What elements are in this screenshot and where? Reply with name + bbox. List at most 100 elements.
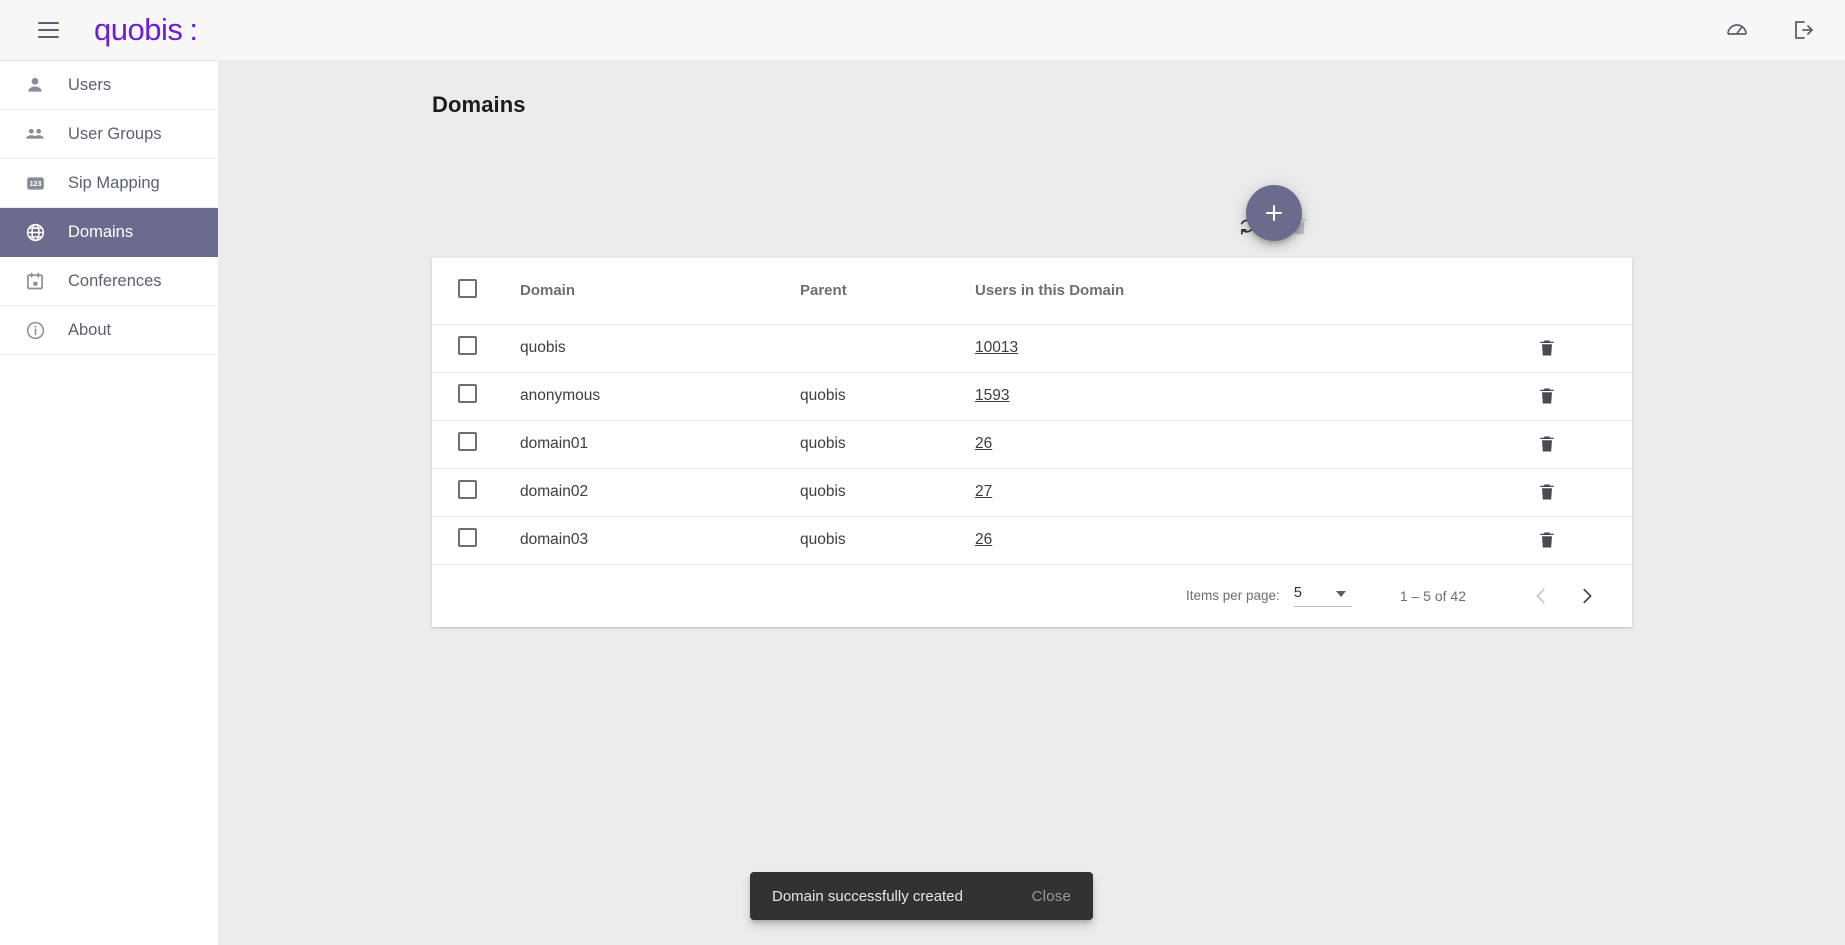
cell-domain: domain03 bbox=[520, 516, 800, 565]
sidebar-item-label: Domains bbox=[68, 222, 134, 241]
row-delete-icon[interactable] bbox=[1532, 477, 1562, 507]
cell-parent bbox=[800, 324, 975, 373]
cell-users: 27 bbox=[975, 468, 1415, 517]
users-count-link[interactable]: 26 bbox=[975, 435, 992, 452]
person-icon bbox=[22, 72, 48, 98]
svg-text:123: 123 bbox=[29, 181, 41, 188]
row-checkbox[interactable] bbox=[458, 336, 477, 355]
cell-parent: quobis bbox=[800, 516, 975, 565]
cell-users: 26 bbox=[975, 420, 1415, 469]
row-delete-icon[interactable] bbox=[1532, 381, 1562, 411]
page-range-label: 1 – 5 of 42 bbox=[1399, 587, 1466, 604]
items-per-page-select[interactable]: 5 bbox=[1293, 584, 1352, 607]
cell-actions bbox=[1415, 516, 1632, 565]
table-row[interactable]: quobis 10013 bbox=[432, 324, 1632, 373]
sidebar-item-label: User Groups bbox=[68, 124, 162, 143]
select-all-header bbox=[432, 258, 520, 325]
cell-domain: domain01 bbox=[520, 420, 800, 469]
users-count-link[interactable]: 10013 bbox=[975, 339, 1018, 356]
row-checkbox[interactable] bbox=[458, 528, 477, 547]
dashboard-icon[interactable] bbox=[1713, 6, 1761, 54]
column-header-actions bbox=[1415, 258, 1632, 325]
cell-domain: domain02 bbox=[520, 468, 800, 517]
row-delete-icon[interactable] bbox=[1532, 525, 1562, 555]
logout-icon[interactable] bbox=[1779, 6, 1827, 54]
hamburger-menu-icon[interactable] bbox=[24, 6, 72, 54]
cell-actions bbox=[1415, 324, 1632, 373]
column-header-parent[interactable]: Parent bbox=[800, 258, 975, 325]
row-delete-icon[interactable] bbox=[1532, 333, 1562, 363]
users-count-link[interactable]: 26 bbox=[975, 531, 992, 548]
numbers-123-icon: 123 bbox=[22, 170, 48, 196]
sidebar-item-users[interactable]: Users bbox=[0, 61, 218, 110]
cell-users: 10013 bbox=[975, 324, 1415, 373]
table-row[interactable]: anonymous quobis 1593 bbox=[432, 372, 1632, 421]
main-content: Domains Domain Parent Users in this Doma… bbox=[218, 60, 1845, 945]
sidebar-item-label: Users bbox=[68, 75, 112, 94]
items-per-page-label: Items per page: bbox=[1186, 588, 1280, 603]
row-checkbox[interactable] bbox=[458, 384, 477, 403]
row-select-cell bbox=[432, 468, 520, 517]
table-head: Domain Parent Users in this Domain bbox=[432, 258, 1632, 325]
add-domain-fab[interactable] bbox=[1246, 185, 1302, 241]
column-header-users[interactable]: Users in this Domain bbox=[975, 258, 1415, 325]
menu-bar-3 bbox=[37, 36, 59, 38]
snackbar-close-button[interactable]: Close bbox=[1032, 888, 1071, 905]
cell-users: 26 bbox=[975, 516, 1415, 565]
users-count-link[interactable]: 27 bbox=[975, 483, 992, 500]
domains-table-card: Domain Parent Users in this Domain quobi… bbox=[432, 258, 1632, 627]
items-per-page-value: 5 bbox=[1293, 584, 1302, 601]
paginator: Items per page: 5 1 – 5 of 42 bbox=[432, 565, 1632, 627]
next-page-button[interactable] bbox=[1564, 573, 1610, 619]
row-checkbox[interactable] bbox=[458, 480, 477, 499]
cell-users: 1593 bbox=[975, 372, 1415, 421]
table-row[interactable]: domain03 quobis 26 bbox=[432, 516, 1632, 565]
previous-page-button[interactable] bbox=[1518, 573, 1564, 619]
sidebar-item-user-groups[interactable]: User Groups bbox=[0, 110, 218, 159]
domains-table: Domain Parent Users in this Domain quobi… bbox=[432, 258, 1632, 565]
row-select-cell bbox=[432, 420, 520, 469]
users-count-link[interactable]: 1593 bbox=[975, 387, 1009, 404]
chevron-down-icon bbox=[1335, 590, 1346, 597]
sidebar-item-label: About bbox=[68, 320, 112, 339]
row-checkbox[interactable] bbox=[458, 432, 477, 451]
sidebar: Users User Groups 123 Sip Mapping Domain… bbox=[0, 60, 218, 945]
brand-logo[interactable]: quobis : bbox=[94, 12, 198, 48]
cell-parent: quobis bbox=[800, 468, 975, 517]
globe-icon bbox=[22, 219, 48, 245]
row-select-cell bbox=[432, 372, 520, 421]
sidebar-item-conferences[interactable]: Conferences bbox=[0, 257, 218, 306]
cell-parent: quobis bbox=[800, 372, 975, 421]
sidebar-item-label: Conferences bbox=[68, 271, 162, 290]
column-header-domain[interactable]: Domain bbox=[520, 258, 800, 325]
sidebar-item-domains[interactable]: Domains bbox=[0, 208, 218, 257]
snackbar: Domain successfully created Close bbox=[750, 872, 1093, 920]
cell-actions bbox=[1415, 372, 1632, 421]
info-circle-icon bbox=[22, 317, 48, 343]
sidebar-item-label: Sip Mapping bbox=[68, 173, 160, 192]
cell-domain: anonymous bbox=[520, 372, 800, 421]
brand-mark: : bbox=[189, 12, 198, 47]
people-group-icon bbox=[22, 121, 48, 147]
sidebar-item-about[interactable]: About bbox=[0, 306, 218, 355]
cell-domain: quobis bbox=[520, 324, 800, 373]
row-select-cell bbox=[432, 516, 520, 565]
table-row[interactable]: domain01 quobis 26 bbox=[432, 420, 1632, 469]
table-row[interactable]: domain02 quobis 27 bbox=[432, 468, 1632, 517]
brand-name: quobis bbox=[94, 12, 183, 47]
row-delete-icon[interactable] bbox=[1532, 429, 1562, 459]
select-all-checkbox[interactable] bbox=[458, 279, 477, 299]
menu-bar-1 bbox=[37, 22, 59, 24]
table-header-row: Domain Parent Users in this Domain bbox=[432, 258, 1632, 325]
page-title: Domains bbox=[432, 92, 526, 117]
calendar-icon bbox=[22, 268, 48, 294]
cell-actions bbox=[1415, 420, 1632, 469]
app-header: quobis : bbox=[0, 0, 1845, 60]
cell-actions bbox=[1415, 468, 1632, 517]
cell-parent: quobis bbox=[800, 420, 975, 469]
sidebar-item-sip-mapping[interactable]: 123 Sip Mapping bbox=[0, 159, 218, 208]
plus-icon bbox=[1265, 204, 1283, 222]
table-body: quobis 10013 anonymous quobis 1593 domai… bbox=[432, 324, 1632, 565]
menu-bar-2 bbox=[37, 29, 59, 31]
snackbar-message: Domain successfully created bbox=[772, 887, 963, 905]
